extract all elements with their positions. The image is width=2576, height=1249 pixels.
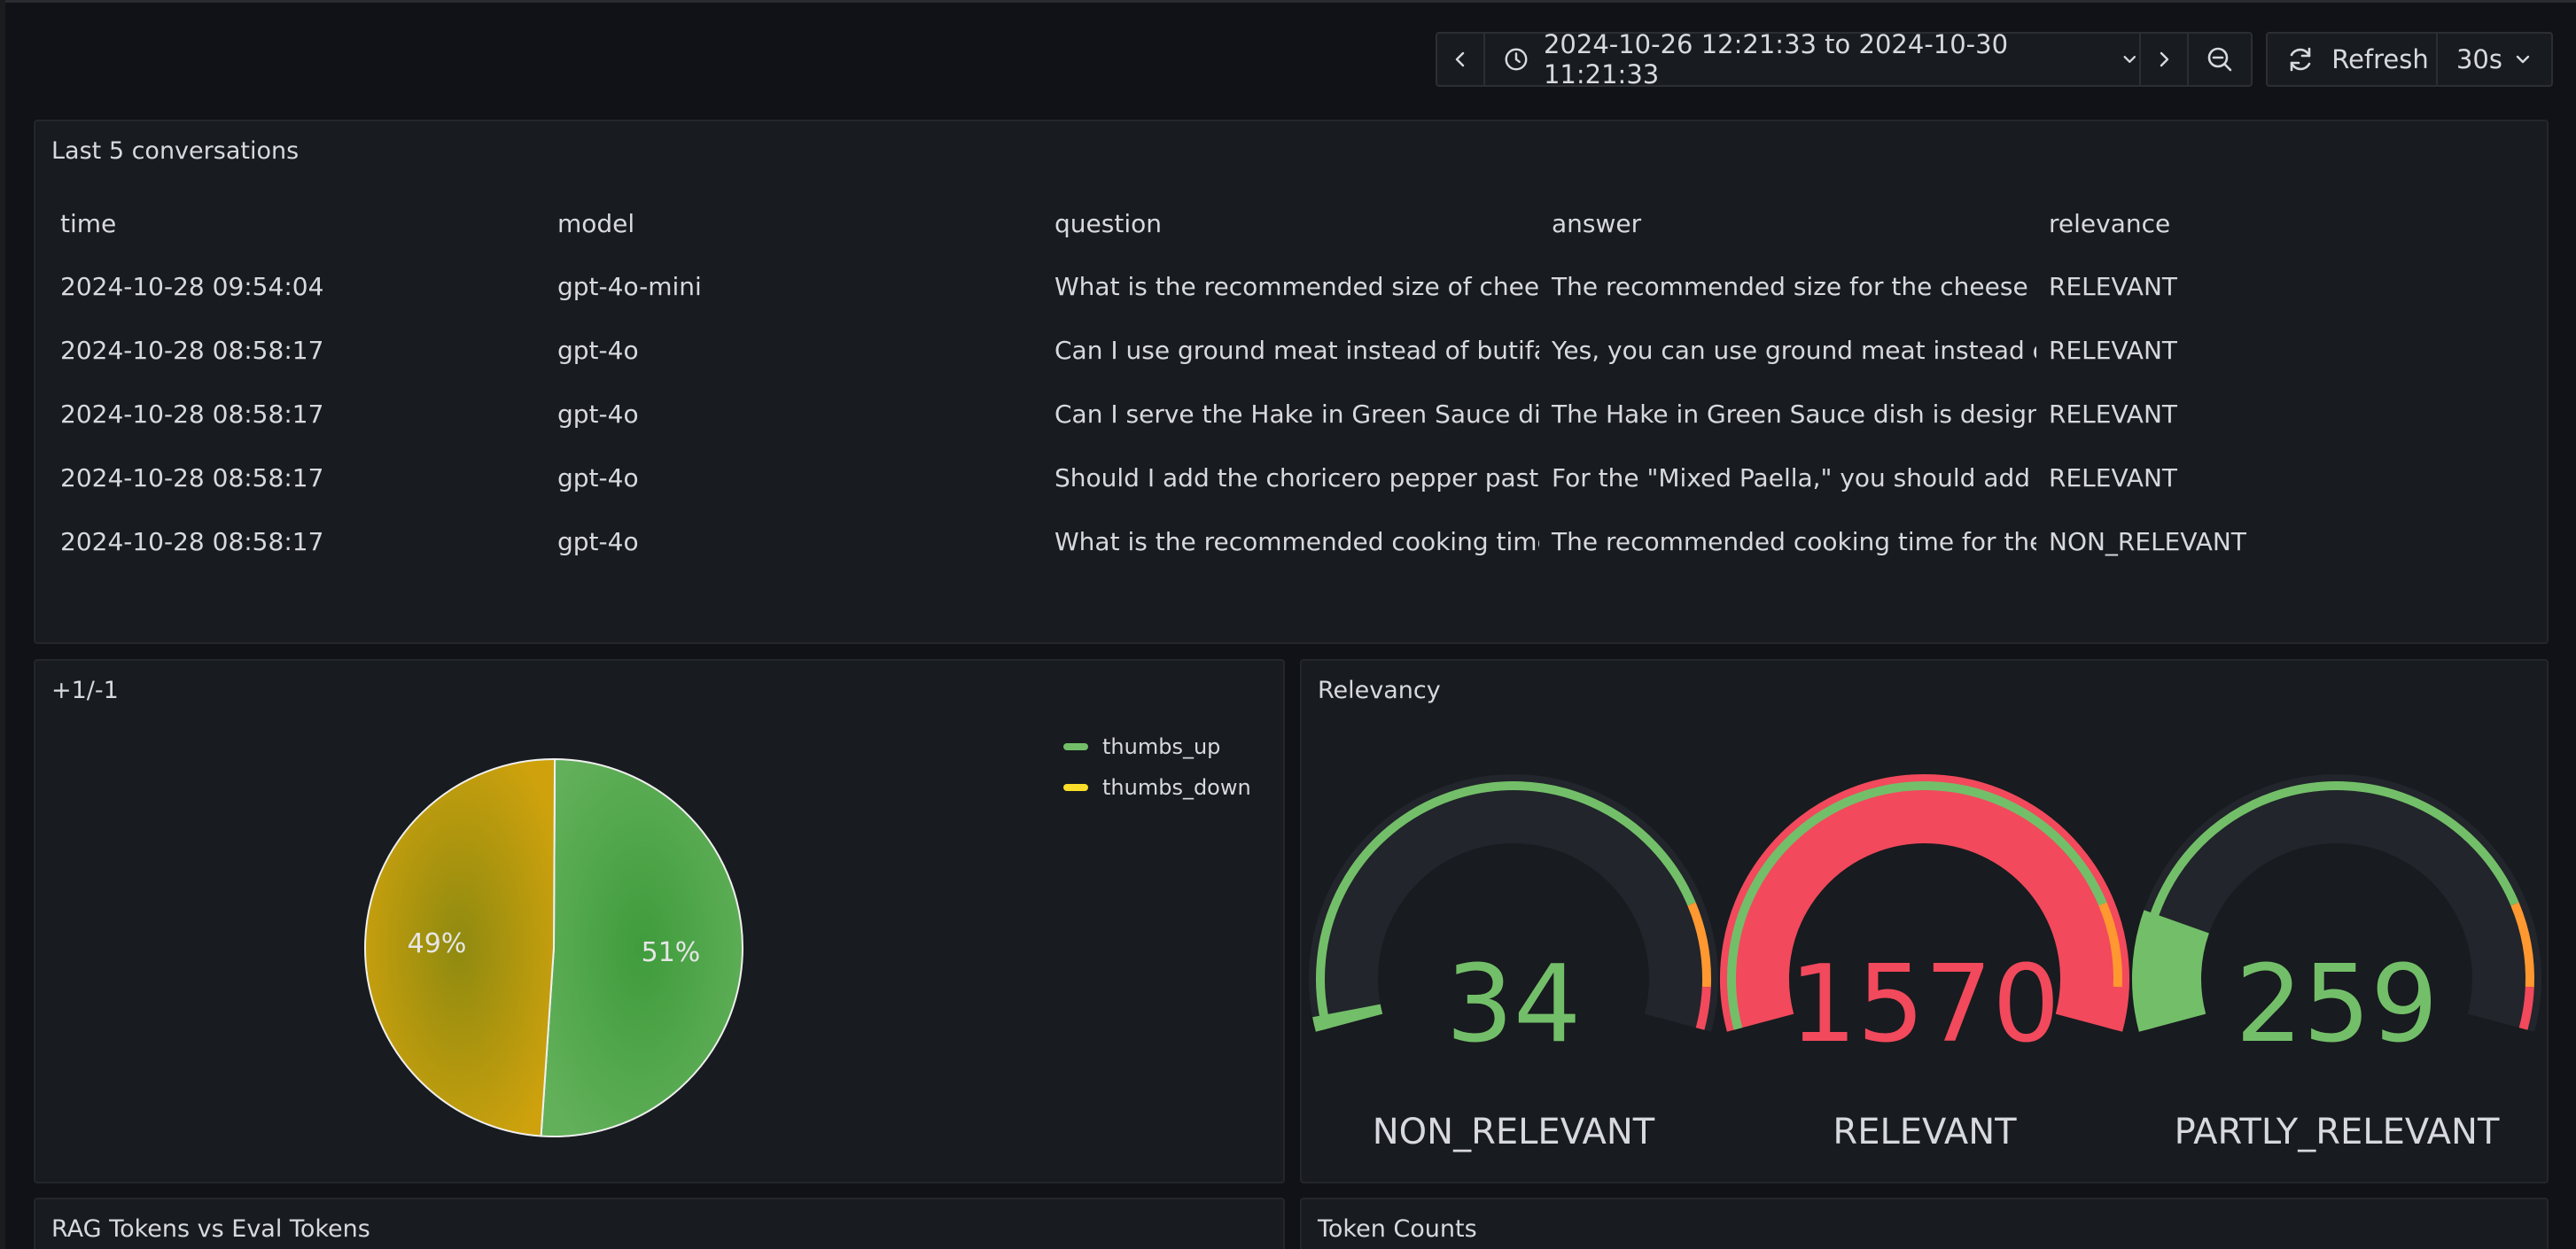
time-forward-button[interactable] <box>2141 34 2189 85</box>
chevron-left-icon <box>1455 51 1465 67</box>
cell-question: Can I use ground meat instead of butifar… <box>1055 335 1539 365</box>
cell-answer: The Hake in Green Sauce dish is designed <box>1552 399 2036 429</box>
left-edge-strip <box>0 0 5 1249</box>
legend-label: thumbs_down <box>1102 775 1251 800</box>
panel-title: Last 5 conversations <box>51 137 300 165</box>
cell-time: 2024-10-28 08:58:17 <box>60 526 324 556</box>
cell-relevance: RELEVANT <box>2049 335 2178 365</box>
table-row: 2024-10-28 08:58:17 gpt-4o Can I serve t… <box>48 382 2556 446</box>
cell-answer: For the "Mixed Paella," you should add t… <box>1552 462 2036 493</box>
cell-answer: The recommended size for the cheese cube… <box>1552 271 2036 301</box>
column-header-answer[interactable]: answer <box>1539 209 2036 238</box>
cell-question: Should I add the choricero pepper paste <box>1055 462 1539 493</box>
refresh-interval-value: 30s <box>2455 44 2502 74</box>
legend-item-thumbs-up[interactable]: thumbs_up <box>1063 726 1251 767</box>
table-row: 2024-10-28 08:58:17 gpt-4o Should I add … <box>48 446 2556 509</box>
cell-model: gpt-4o <box>557 399 639 429</box>
legend-label: thumbs_up <box>1102 734 1221 759</box>
cell-time: 2024-10-28 08:58:17 <box>60 462 324 493</box>
panel-title: +1/-1 <box>51 677 119 704</box>
pie-label-thumbs-down: 49% <box>408 928 467 959</box>
cell-relevance: NON_RELEVANT <box>2049 526 2246 556</box>
cell-model: gpt-4o <box>557 526 639 556</box>
cell-relevance: RELEVANT <box>2049 462 2178 493</box>
legend-item-thumbs-down[interactable]: thumbs_down <box>1063 767 1251 808</box>
time-range-group: 2024-10-26 12:21:33 to 2024-10-30 11:21:… <box>1436 29 2253 89</box>
clock-icon <box>1505 48 1528 71</box>
column-header-model[interactable]: model <box>545 209 1042 238</box>
refresh-icon <box>2290 47 2311 72</box>
legend-swatch <box>1063 743 1088 750</box>
rag-tokens-panel: RAG Tokens vs Eval Tokens <box>34 1198 1285 1249</box>
time-back-button[interactable] <box>1437 34 1485 85</box>
cell-time: 2024-10-28 09:54:04 <box>60 271 324 301</box>
cell-model: gpt-4o <box>557 335 639 365</box>
feedback-pie-chart: 51% 49% <box>364 757 743 1137</box>
column-header-time[interactable]: time <box>48 209 545 238</box>
gauge-value-non-relevant: 34 <box>1445 943 1582 1067</box>
table-row: 2024-10-28 08:58:17 gpt-4o What is the r… <box>48 509 2556 573</box>
refresh-toolbar: Refresh 30s <box>2266 32 2553 87</box>
column-header-question[interactable]: question <box>1042 209 1539 238</box>
gauge-label-relevant: RELEVANT <box>1833 1112 2017 1152</box>
cell-answer: Yes, you can use ground meat instead of … <box>1552 335 2036 365</box>
window-top-border <box>0 0 2576 3</box>
refresh-interval-picker[interactable]: 30s <box>2438 34 2551 85</box>
pie-legend: thumbs_up thumbs_down <box>1063 726 1251 808</box>
refresh-button[interactable]: Refresh <box>2268 34 2438 85</box>
table-header-row: time model question answer relevance <box>48 192 2556 254</box>
table-row: 2024-10-28 08:58:17 gpt-4o Can I use gro… <box>48 318 2556 382</box>
chevron-down-icon <box>2516 55 2530 64</box>
cell-question: Can I serve the Hake in Green Sauce dish <box>1055 399 1539 429</box>
token-counts-panel: Token Counts <box>1300 1198 2549 1249</box>
table-row: 2024-10-28 09:54:04 gpt-4o-mini What is … <box>48 254 2556 318</box>
refresh-group: Refresh 30s <box>2266 32 2553 87</box>
pie-label-thumbs-up: 51% <box>642 937 701 968</box>
chevron-down-icon <box>2123 56 2136 63</box>
time-range-picker[interactable]: 2024-10-26 12:21:33 to 2024-10-30 11:21:… <box>1485 29 2141 89</box>
chevron-right-icon <box>2160 51 2169 67</box>
time-range-text: 2024-10-26 12:21:33 to 2024-10-30 11:21:… <box>1543 29 2009 89</box>
refresh-label: Refresh <box>2331 44 2429 74</box>
time-picker-toolbar: 2024-10-26 12:21:33 to 2024-10-30 11:21:… <box>1436 29 2253 89</box>
cell-answer: The recommended cooking time for the Mix… <box>1552 526 2036 556</box>
cell-question: What is the recommended size of cheese c… <box>1055 271 1539 301</box>
column-header-relevance[interactable]: relevance <box>2036 209 2533 238</box>
zoom-out-button[interactable] <box>2189 34 2251 85</box>
panel-title: RAG Tokens vs Eval Tokens <box>51 1215 370 1243</box>
gauge-value-relevant: 1570 <box>1789 943 2060 1067</box>
cell-relevance: RELEVANT <box>2049 399 2178 429</box>
panel-title: Relevancy <box>1318 677 1441 704</box>
legend-swatch <box>1063 784 1088 791</box>
cell-model: gpt-4o-mini <box>557 271 702 301</box>
cell-time: 2024-10-28 08:58:17 <box>60 335 324 365</box>
gauge-label-partly-relevant: PARTLY_RELEVANT <box>2174 1112 2500 1152</box>
conversations-table: time model question answer relevance 202… <box>48 192 2556 573</box>
conversations-panel: Last 5 conversations time model question… <box>34 120 2549 644</box>
cell-time: 2024-10-28 08:58:17 <box>60 399 324 429</box>
cell-question: What is the recommended cooking time for <box>1055 526 1539 556</box>
cell-relevance: RELEVANT <box>2049 271 2178 301</box>
gauge-label-non-relevant: NON_RELEVANT <box>1372 1112 1655 1152</box>
zoom-out-icon <box>2207 47 2232 72</box>
cell-model: gpt-4o <box>557 462 639 493</box>
gauge-value-partly-relevant: 259 <box>2235 943 2439 1067</box>
panel-title: Token Counts <box>1318 1215 1477 1243</box>
